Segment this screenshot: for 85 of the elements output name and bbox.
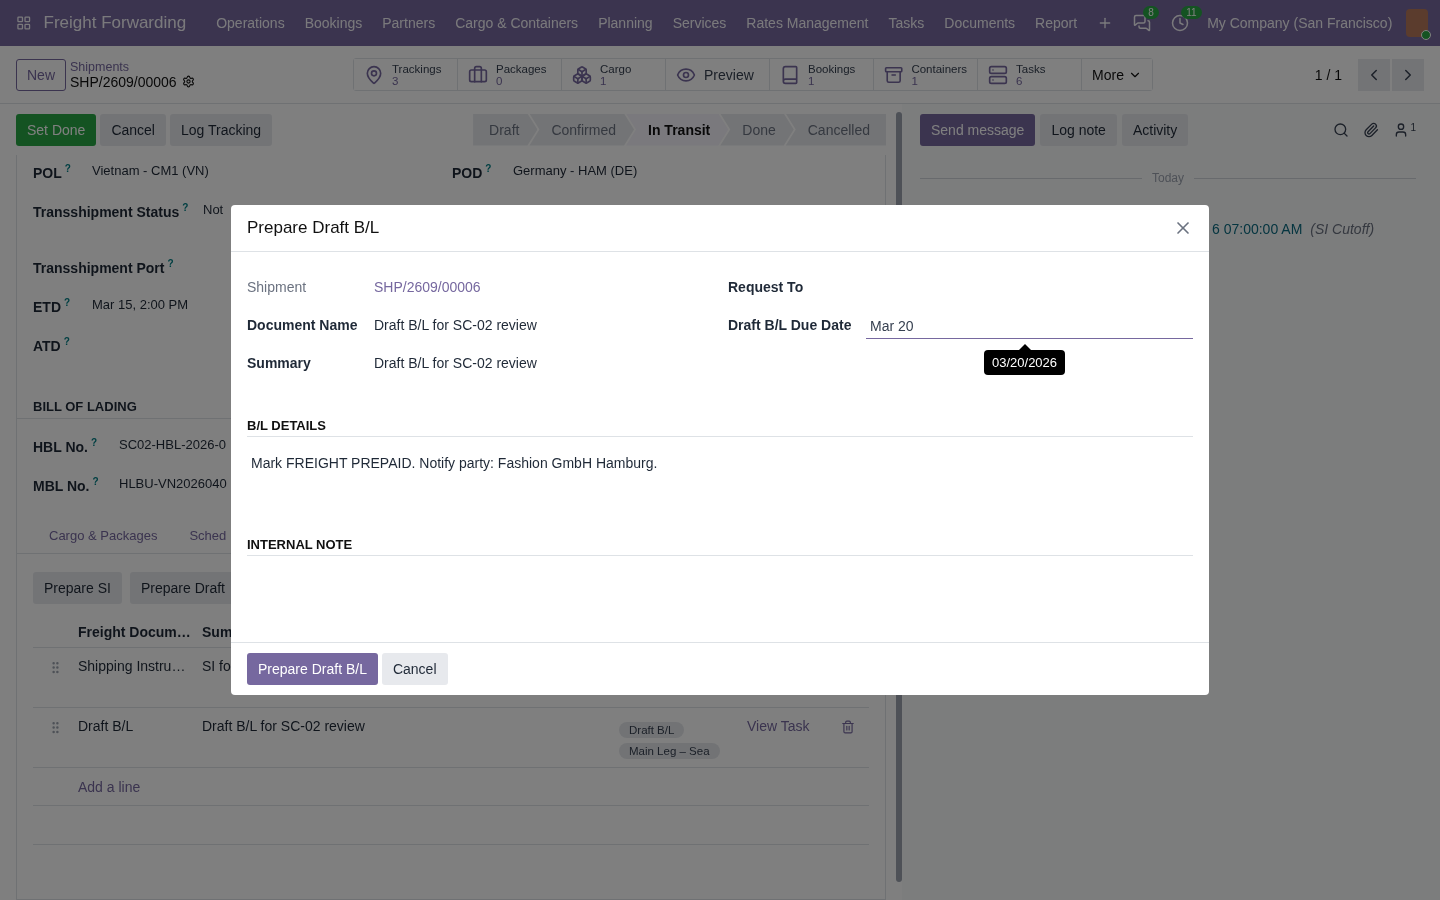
gear-icon[interactable] [181,75,195,88]
field-label: POL $^{?}$ [33,162,72,183]
menu-item[interactable]: Tasks [878,15,935,31]
dialog-button[interactable]: Prepare Draft B/L [247,653,378,686]
field-label: MBL No. $^{?}$ [33,475,100,496]
company-switcher[interactable]: My Company (San Francisco) [1207,15,1393,31]
field-value: HLBU-VN2026040 [119,475,227,493]
dialog-button[interactable]: Cancel [381,653,448,686]
pager-value: 1 / 1 [1314,66,1342,83]
smart-button[interactable]: Trackings 3 [354,59,458,90]
smart-icon [572,64,592,85]
table-cell-text: Draft B/L [78,717,135,734]
field-value: Not [203,201,224,219]
next-button[interactable] [1392,58,1424,91]
view-task-link[interactable]: View Task [747,708,827,734]
menu-item[interactable]: Cargo & Containers [445,15,589,31]
field-value: SC02-HBL-2026-0 [119,436,226,454]
shipment-link[interactable]: SHP/2609/00006 [370,279,481,296]
action-button[interactable]: Cancel [100,113,166,146]
table-cell-text: Draft B/L for SC-02 review [202,717,366,734]
date-tooltip: 03/20/2026 [984,343,1066,375]
field-label: Document Name [247,317,359,334]
delete-icon[interactable] [841,720,855,734]
activity-date: 6 07:00:00 AM [1212,221,1303,237]
clock-icon[interactable] [1171,14,1190,32]
menu-item[interactable]: Operations [206,15,295,31]
dialog-title: Prepare Draft B/L [247,218,380,239]
column-header[interactable]: Freight Docum… [78,623,202,640]
field-value[interactable]: Draft B/L for SC-02 review [370,317,537,334]
field-value: Vietnam - CM1 (VN) [92,162,209,180]
action-button[interactable]: Log Tracking [169,113,273,146]
status-stage[interactable]: Cancelled [785,113,886,146]
menu-item[interactable]: Services [662,15,737,31]
smart-icon [364,64,384,85]
field-label: Summary [247,355,312,372]
menu-item[interactable]: Bookings [294,15,373,31]
field-value: Mar 15, 2:00 PM [92,296,189,314]
search-icon[interactable] [1333,121,1350,138]
field-label: Transshipment Status $^{?}$ [33,201,190,222]
add-line-link[interactable]: Add a line [78,778,141,795]
details-text[interactable]: Mark FREIGHT PREPAID. Notify party: Fashion GmbH Hamburg. [251,455,658,472]
table-cell-text: SI fo [202,657,232,674]
table-cell-text: Shipping Instru… [78,657,187,674]
smart-icon [468,64,488,85]
status-stage[interactable]: In Transit [626,113,729,146]
smart-icon [988,64,1008,85]
status-stage[interactable]: Confirmed [529,113,635,146]
chatter-button[interactable]: Log note [1040,113,1117,146]
activity-count: 11 [1181,6,1202,19]
section-title: INTERNAL NOTE [247,537,1193,557]
field-value: Germany - HAM (DE) [513,162,638,180]
list-button[interactable]: Prepare SI [33,572,122,604]
field-label: Request To [728,279,805,296]
menu-item[interactable]: Documents [934,15,1026,31]
tag: Draft B/L [619,722,685,738]
notebook-tab[interactable]: Cargo & Packages [33,521,174,553]
new-button[interactable]: New [16,58,66,91]
smart-icon [884,64,904,85]
field-label: POD $^{?}$ [452,162,493,183]
followers-button[interactable]: 1 [1393,121,1416,138]
paperclip-icon[interactable] [1363,121,1380,138]
field-label: Draft B/L Due Date [728,317,853,334]
menu-item[interactable]: Rates Management [736,15,879,31]
menu-item[interactable]: Report [1025,15,1088,31]
smart-icon [780,64,800,85]
menu-item[interactable]: Partners [372,15,446,31]
tag: Main Leg – Sea [619,743,720,759]
record-name: SHP/2609/00006 [70,73,177,90]
field-label: Transshipment Port $^{?}$ [33,257,175,278]
action-button[interactable]: Set Done [16,113,97,146]
previous-button[interactable] [1358,58,1390,91]
section-title: B/L DETAILS [247,418,1193,438]
field-label: ETD $^{?}$ [33,296,72,317]
field-label: HBL No. $^{?}$ [33,436,99,457]
field-value[interactable]: Draft B/L for SC-02 review [370,355,537,372]
field-label: ATD $^{?}$ [33,335,71,356]
app-name[interactable]: Freight Forwarding [43,13,187,33]
field-label: Shipment [247,279,308,296]
chat-icon[interactable] [1133,14,1152,32]
chatter-button[interactable]: Send message [920,113,1036,146]
message-count: 8 [1143,6,1159,19]
breadcrumb-link[interactable]: Shipments [70,59,353,74]
chatter-button[interactable]: Activity [1121,113,1189,146]
menu-item[interactable]: Planning [588,15,663,31]
activity-note: (SI Cutoff) [1310,221,1375,237]
